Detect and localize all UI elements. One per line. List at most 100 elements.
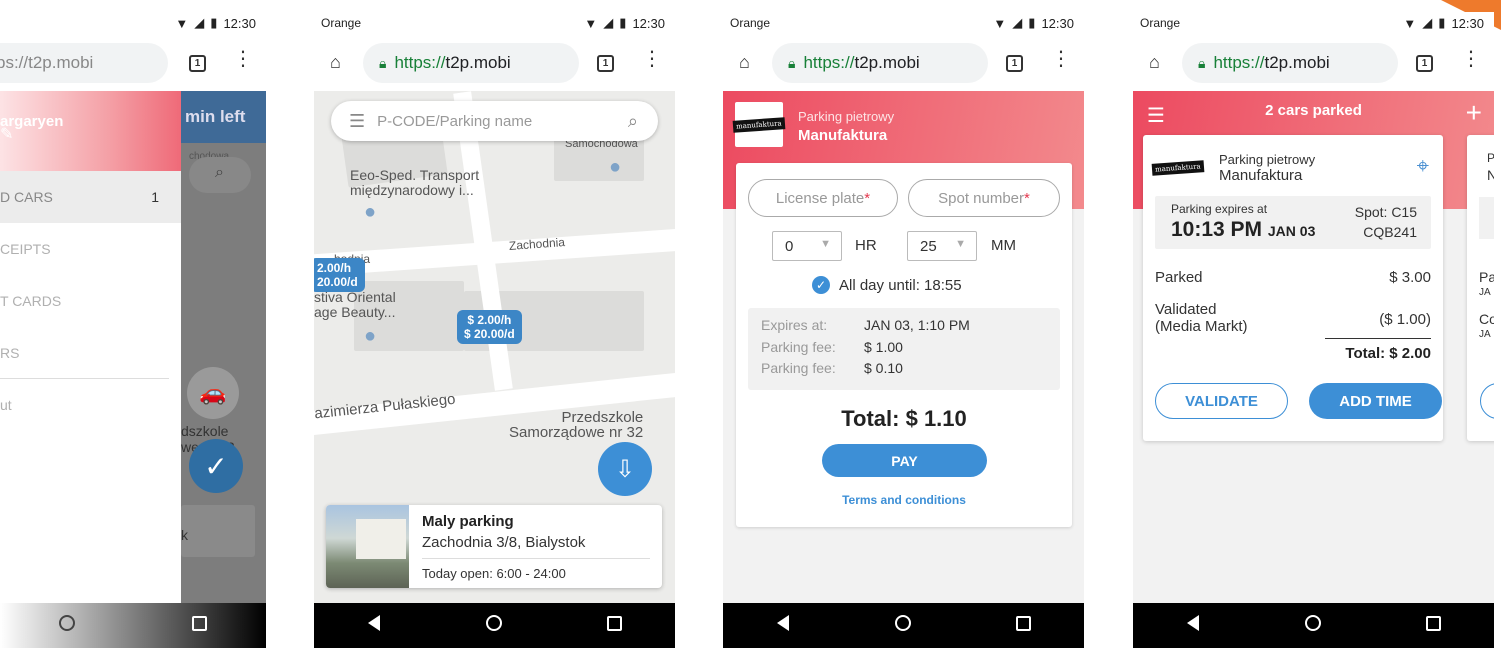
terms-link[interactable]: Terms and conditions xyxy=(736,493,1072,507)
tab-switcher-button[interactable]: 1 xyxy=(189,55,206,72)
minutes-select[interactable]: 25 ▼ xyxy=(907,231,977,261)
chevron-down-icon: ▼ xyxy=(955,238,966,250)
total-amount: Total: $ 1.10 xyxy=(841,406,967,431)
side-drawer: argaryen ✎ D CARS 1 CEIPTS T CARDS RS ut xyxy=(0,91,181,603)
map-label: stiva Oriental age Beauty... xyxy=(314,289,396,320)
browser-url-bar: ⌂ 🔒︎ https://t2p.mobi 1 ⋮ xyxy=(723,36,1084,91)
tab-switcher-button[interactable]: 1 xyxy=(597,55,614,72)
map-label: Eeo-Sped. Transport międzynarodowy i... xyxy=(350,167,480,198)
map-pin-icon[interactable]: ● xyxy=(364,201,376,224)
add-icon[interactable]: + xyxy=(1466,97,1482,129)
parking-type: Parking pietrowy xyxy=(798,109,895,124)
home-button[interactable] xyxy=(464,615,524,636)
parking-logo: manufaktura xyxy=(732,102,786,147)
parking-thumbnail xyxy=(326,505,409,588)
menu-item-receipts[interactable]: CEIPTS xyxy=(0,223,181,275)
expiry-box: Parking expires at 10:13 PM JAN 03 Spot:… xyxy=(1155,196,1431,249)
price-tag-marker[interactable]: $ 2.00/h $ 20.00/d xyxy=(457,310,522,344)
back-button[interactable] xyxy=(344,615,404,636)
page-title: 2 cars parked xyxy=(1265,102,1362,119)
hamburger-icon[interactable]: ☰ xyxy=(349,111,365,132)
home-button[interactable] xyxy=(37,615,97,636)
license-plate-input[interactable]: License plate * xyxy=(748,179,898,217)
android-nav-bar xyxy=(314,603,675,648)
menu-item-logout[interactable]: ut xyxy=(0,379,181,431)
parked-car-card-partial[interactable]: P N Pa JA Co JA xyxy=(1467,135,1494,441)
menu-item-cards[interactable]: T CARDS xyxy=(0,275,181,327)
back-button[interactable] xyxy=(1163,615,1223,636)
parking-logo: manufaktura xyxy=(1151,157,1205,179)
payment-form: License plate * Spot number * 0 ▼ HR 25 ▼ MM… xyxy=(736,163,1072,527)
tab-switcher-button[interactable]: 1 xyxy=(1006,55,1023,72)
total-amount: Total: $ 2.00 xyxy=(1345,345,1431,362)
back-button[interactable] xyxy=(753,615,813,636)
validated-line: Validated (Media Markt) ($ 1.00) xyxy=(1155,301,1431,335)
home-icon[interactable]: ⌂ xyxy=(1149,52,1160,73)
all-day-checkbox[interactable]: ✓ All day until: 18:55 xyxy=(812,276,962,294)
more-menu-icon[interactable]: ⋮ xyxy=(642,49,662,69)
battery-icon: ▮ xyxy=(1438,15,1446,30)
expires-label: Parking expires at xyxy=(1171,202,1268,216)
menu-item-cars[interactable]: D CARS 1 xyxy=(0,171,181,223)
check-icon[interactable]: ✓ xyxy=(189,439,243,493)
status-bar: Orange ▼ ◢ ▮ 12:30 xyxy=(314,12,675,36)
wifi-icon: ▼ xyxy=(993,15,1007,31)
url-field[interactable]: 🔒︎ https://t2p.mobi xyxy=(363,43,579,83)
recents-button[interactable] xyxy=(1404,615,1464,636)
price-tag-marker[interactable]: 2.00/h 20.00/d xyxy=(314,258,365,292)
more-menu-icon[interactable]: ⋮ xyxy=(1051,49,1071,69)
signal-icon: ◢ xyxy=(194,15,205,30)
map-pin-icon[interactable]: ● xyxy=(609,156,621,179)
phone-screen-parked-cars: Orange ▼ ◢ ▮ 12:30 ⌂ 🔒︎ https://t2p.mobi 1 ⋮… xyxy=(1133,12,1494,648)
menu-item-other[interactable]: RS xyxy=(0,327,169,379)
browser-url-bar: ⌂ 🔒︎ https://t2p.mobi 1 ⋮ xyxy=(1133,36,1494,91)
spot-info: Spot: C15 CQB241 xyxy=(1354,204,1417,240)
parking-card[interactable]: Maly parking Zachodnia 3/8, Bialystok To… xyxy=(326,505,662,588)
browser-url-bar: ⌂ 🔒︎ https://t2p.mobi 1 ⋮ xyxy=(314,36,675,91)
search-icon[interactable]: ⌕ xyxy=(628,111,638,132)
map-pin-icon[interactable]: ⌖ xyxy=(1417,153,1429,179)
wifi-icon: ▼ xyxy=(175,15,189,31)
map-pin-icon[interactable]: ● xyxy=(364,325,376,348)
recents-button[interactable] xyxy=(585,615,645,636)
map-overlay: chodowa ⌕ 🚗 dszkolewe nr 32 ✓ k xyxy=(181,91,266,603)
locate-me-button[interactable]: ⇩ xyxy=(598,442,652,496)
parking-type: Parking pietrowy xyxy=(1219,152,1316,167)
hours-unit: HR xyxy=(855,237,877,254)
tab-switcher-button[interactable]: 1 xyxy=(1416,55,1433,72)
edit-icon[interactable]: ✎ xyxy=(0,124,163,144)
hours-select[interactable]: 0 ▼ xyxy=(772,231,842,261)
car-icon[interactable]: 🚗 xyxy=(187,367,239,419)
battery-icon: ▮ xyxy=(210,15,218,30)
url-field[interactable]: 🔒︎ https://t2p.mobi xyxy=(772,43,988,83)
url-field[interactable]: ps://t2p.mobi xyxy=(0,43,168,83)
lock-icon: 🔒︎ xyxy=(379,54,387,71)
phone-screen-map: Orange ▼ ◢ ▮ 12:30 ⌂ 🔒︎ https://t2p.mobi 1 ⋮… xyxy=(314,12,675,648)
home-icon[interactable]: ⌂ xyxy=(330,52,341,73)
battery-icon: ▮ xyxy=(619,15,627,30)
recents-button[interactable] xyxy=(994,615,1054,636)
home-button[interactable] xyxy=(1283,615,1343,636)
clock: 12:30 xyxy=(632,15,665,31)
clock: 12:30 xyxy=(223,15,256,31)
search-icon: ⌕ xyxy=(215,164,224,181)
parking-name: Manufaktura xyxy=(798,127,888,144)
more-menu-icon[interactable]: ⋮ xyxy=(1461,49,1481,69)
home-button[interactable] xyxy=(873,615,933,636)
pay-button[interactable]: PAY xyxy=(822,444,987,477)
more-menu-icon[interactable]: ⋮ xyxy=(233,49,253,69)
lock-icon: 🔒︎ xyxy=(1198,54,1206,71)
search-field[interactable]: ⌕ xyxy=(189,157,251,193)
location-icon: ⇩ xyxy=(614,455,636,483)
validate-button[interactable]: VALIDATE xyxy=(1155,383,1288,419)
recents-button[interactable] xyxy=(170,615,230,636)
carrier: Orange xyxy=(321,16,362,30)
parking-search-input[interactable]: ☰ P-CODE/Parking name ⌕ xyxy=(331,101,658,141)
parked-line: Parked $ 3.00 xyxy=(1155,269,1431,286)
browser-url-bar: ps://t2p.mobi 1 ⋮ xyxy=(0,36,266,91)
add-time-button[interactable]: ADD TIME xyxy=(1309,383,1442,419)
spot-number-input[interactable]: Spot number * xyxy=(908,179,1060,217)
url-field[interactable]: 🔒︎ https://t2p.mobi xyxy=(1182,43,1398,83)
home-icon[interactable]: ⌂ xyxy=(739,52,750,73)
parking-address: Zachodnia 3/8, Bialystok xyxy=(422,534,586,551)
